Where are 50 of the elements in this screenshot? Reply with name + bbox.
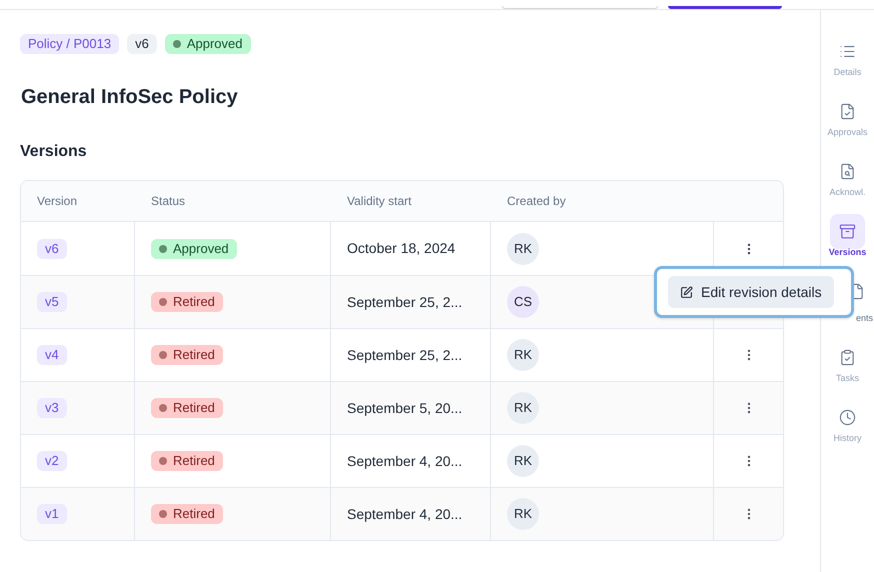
sidebar-label: Approvals (827, 128, 868, 137)
date-text: October 18, 2024 (347, 239, 456, 258)
status-badge: Approved (164, 34, 250, 54)
date-text: September 25, 2... (347, 346, 462, 365)
sidebar-label: Versions (828, 248, 866, 257)
status-badge: Retired (151, 398, 223, 418)
column-header: Validity start (346, 193, 412, 210)
sidebar-label: ents (856, 314, 874, 323)
version-tag[interactable]: v2 (37, 451, 67, 471)
version-tag[interactable]: v3 (37, 398, 67, 418)
clipboard-check-icon (839, 349, 856, 366)
date-text: September 4, 20... (347, 504, 462, 524)
status-badge: Retired (151, 345, 223, 365)
avatar: RK (507, 339, 539, 371)
date-text: September 4, 20... (347, 452, 462, 471)
avatar: CS (507, 286, 539, 318)
status-badge: Retired (151, 451, 223, 471)
edit-icon (680, 286, 693, 298)
policy-id-tag[interactable]: Policy / P0013 (20, 34, 120, 54)
version-tag[interactable]: v5 (37, 292, 67, 312)
column-header: Status (150, 193, 186, 210)
top-field[interactable] (502, 6, 658, 9)
status-badge: Approved (151, 238, 237, 258)
column-header: Version (36, 193, 78, 210)
sidebar-label: Tasks (836, 374, 859, 383)
status-badge: Retired (151, 292, 223, 312)
archive-icon (839, 223, 856, 240)
file-check-icon (839, 103, 856, 120)
version-tag[interactable]: v1 (37, 504, 67, 524)
page-title: General InfoSec Policy (21, 85, 239, 110)
status-badge: Retired (151, 504, 223, 524)
clock-icon (839, 409, 856, 426)
version-tag[interactable]: v6 (37, 238, 67, 258)
file-search-icon (839, 163, 856, 180)
avatar: RK (507, 232, 539, 264)
avatar: RK (507, 498, 539, 530)
version-tag[interactable]: v4 (37, 345, 67, 365)
column-header: Created by (506, 193, 567, 210)
list-icon (839, 43, 856, 60)
sidebar-label: Acknowl. (829, 188, 866, 197)
menu-item[interactable]: Edit revision details (668, 276, 834, 308)
section-title: Versions (20, 142, 88, 162)
sidebar-label: Details (834, 68, 862, 77)
avatar: RK (507, 445, 539, 477)
avatar: RK (507, 392, 539, 424)
sidebar-label: History (833, 434, 862, 443)
date-text: September 25, 2... (347, 292, 462, 312)
version-tag: v6 (127, 34, 157, 54)
date-text: September 5, 20... (347, 398, 462, 418)
sidebar-tab[interactable] (830, 214, 865, 249)
